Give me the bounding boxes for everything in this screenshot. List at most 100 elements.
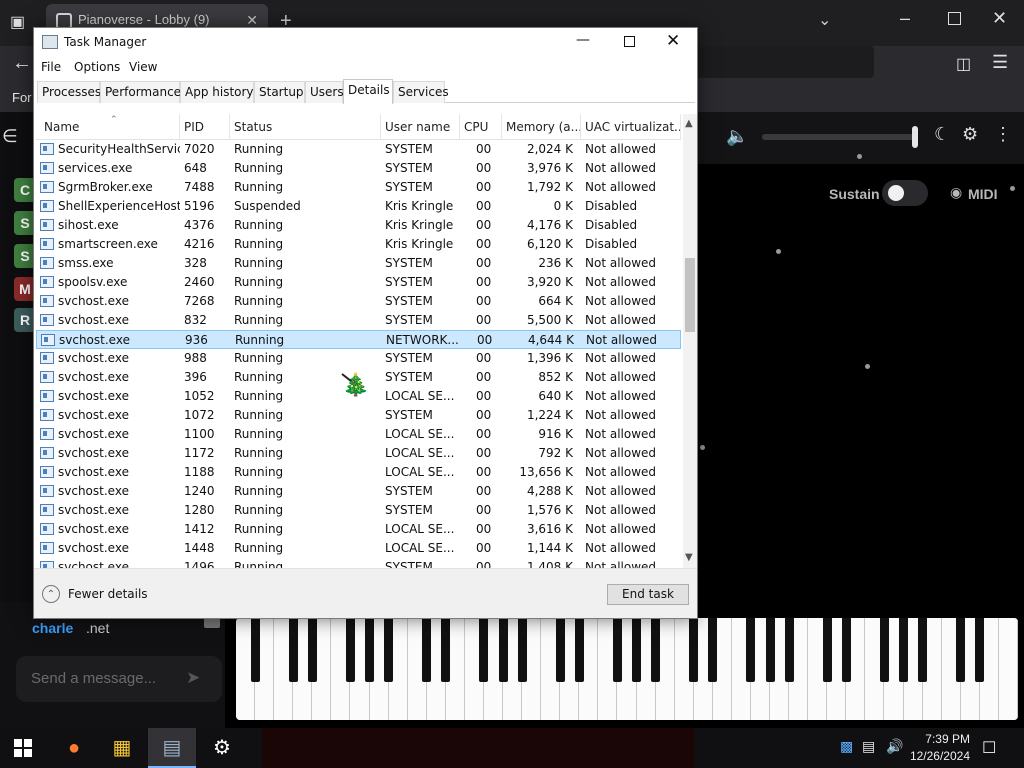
table-row[interactable]: ShellExperienceHost.... 5196 Suspended Kris… [36,197,681,216]
table-row[interactable]: svchost.exe 1412 Running LOCAL SE... 00 3,616… [36,520,681,539]
windows-start-icon[interactable] [14,739,32,757]
black-key[interactable] [689,618,699,682]
tab-overview-icon[interactable]: ▣ [10,12,30,32]
speaker-icon[interactable]: 🔊 [886,738,903,755]
menu-options[interactable]: Options [74,60,120,74]
table-row[interactable]: svchost.exe 1280 Running SYSTEM 00 1,576 K Not… [36,501,681,520]
url-bar[interactable] [690,46,874,78]
table-row[interactable]: smss.exe 328 Running SYSTEM 00 236 K Not allow… [36,254,681,273]
black-key[interactable] [956,618,966,682]
piano-keyboard[interactable] [236,618,1018,720]
table-row[interactable]: svchost.exe 1100 Running LOCAL SE... 00 916 K… [36,425,681,444]
chat-input[interactable]: Send a message... ➤ [16,656,222,702]
menu-view[interactable]: View [129,60,157,74]
black-key[interactable] [632,618,642,682]
chat-username[interactable]: charle [32,620,73,636]
file-explorer-icon[interactable]: ▦ [98,728,146,768]
table-row[interactable]: svchost.exe 1448 Running LOCAL SE... 00 1,144… [36,539,681,558]
clock-date[interactable]: 12/26/2024 [906,749,970,763]
volume-slider[interactable] [762,134,914,140]
black-key[interactable] [555,618,565,682]
table-row[interactable]: services.exe 648 Running SYSTEM 00 3,976 K Not… [36,159,681,178]
scroll-down-icon[interactable]: ▼ [685,552,693,563]
close-icon[interactable]: ✕ [666,31,680,51]
volume-slider-handle[interactable] [912,126,918,148]
black-key[interactable] [822,618,832,682]
black-key[interactable] [441,618,451,682]
column-header-pid[interactable]: PID [180,114,230,140]
firefox-icon[interactable]: ● [50,728,98,768]
table-row[interactable]: svchost.exe 988 Running SYSTEM 00 1,396 K Not … [36,349,681,368]
table-row[interactable]: sihost.exe 4376 Running Kris Kringle 00 4,176… [36,216,681,235]
black-key[interactable] [479,618,489,682]
puzzle-icon[interactable]: ◫ [956,54,971,74]
notification-icon[interactable]: ☐ [982,738,996,758]
table-row[interactable]: svchost.exe 936 Running NETWORK... 00 4,644 K… [36,330,681,349]
black-key[interactable] [498,618,508,682]
end-task-button[interactable]: End task [607,584,689,605]
table-row[interactable]: svchost.exe 832 Running SYSTEM 00 5,500 K Not … [36,311,681,330]
table-row[interactable]: spoolsv.exe 2460 Running SYSTEM 00 3,920 K Not… [36,273,681,292]
scroll-up-icon[interactable]: ▲ [685,118,693,129]
maximize-icon[interactable] [624,36,635,47]
maximize-icon[interactable] [948,12,961,25]
tab-app-history[interactable]: App history [180,81,254,103]
table-row[interactable]: svchost.exe 1496 Running SYSTEM 00 1,408 K Not… [36,558,681,568]
settings-icon[interactable]: ⚙ [198,728,246,768]
close-icon[interactable]: ✕ [992,8,1007,29]
black-key[interactable] [765,618,775,682]
table-row[interactable]: svchost.exe 1240 Running SYSTEM 00 4,288 K Not… [36,482,681,501]
column-header-uac[interactable]: UAC virtualizat... [581,114,681,140]
column-header-memory[interactable]: Memory (a... [502,114,581,140]
gear-icon[interactable]: ⚙ [962,124,978,145]
menu-file[interactable]: File [41,60,61,74]
black-key[interactable] [975,618,985,682]
column-header-status[interactable]: Status [230,114,381,140]
tab-startup[interactable]: Startup [254,81,305,103]
black-key[interactable] [365,618,374,682]
table-scrollbar[interactable]: ▲ ▼ [683,114,697,568]
black-key[interactable] [574,618,584,682]
arrow-left-icon[interactable]: ← [12,52,32,75]
table-row[interactable]: svchost.exe 1172 Running LOCAL SE... 00 792 K… [36,444,681,463]
table-row[interactable]: SgrmBroker.exe 7488 Running SYSTEM 00 1,792 K… [36,178,681,197]
white-key[interactable] [998,618,1018,720]
black-key[interactable] [899,618,909,682]
table-row[interactable]: svchost.exe 1072 Running SYSTEM 00 1,224 K Not… [36,406,681,425]
black-key[interactable] [918,618,928,682]
sustain-toggle[interactable] [882,180,928,206]
tab-processes[interactable]: Processes [37,81,101,103]
tablet-icon[interactable]: ▩ [840,738,853,755]
black-key[interactable] [841,618,851,682]
column-header-user[interactable]: User name [381,114,460,140]
chevron-down-icon[interactable]: ⌄ [818,10,831,30]
tab-users[interactable]: Users [305,81,344,103]
chevron-up-icon[interactable]: ⌃ [42,585,60,603]
black-key[interactable] [307,618,317,682]
black-key[interactable] [288,618,298,682]
table-row[interactable]: svchost.exe 1188 Running LOCAL SE... 00 13,65… [36,463,681,482]
black-key[interactable] [612,618,622,682]
minimize-icon[interactable]: — [574,32,592,52]
bookmark-item[interactable]: For [12,90,32,105]
black-key[interactable] [746,618,756,682]
hamburger-icon[interactable]: ☰ [992,52,1008,73]
more-vertical-icon[interactable]: ⋮ [994,124,1012,145]
midi-button-label[interactable]: MIDI [968,186,998,202]
black-key[interactable] [517,618,527,682]
black-key[interactable] [708,618,718,682]
send-icon[interactable]: ➤ [186,668,200,688]
task-manager-titlebar[interactable]: Task Manager — ✕ [34,28,697,58]
scrollbar-thumb[interactable] [685,258,695,332]
table-row[interactable]: svchost.exe 7268 Running SYSTEM 00 664 K Not a… [36,292,681,311]
table-row[interactable]: SecurityHealthServic... 7020 Running SYSTEM… [36,140,681,159]
fewer-details-link[interactable]: Fewer details [68,587,148,601]
black-key[interactable] [784,618,794,682]
black-key[interactable] [651,618,661,682]
clock-time[interactable]: 7:39 PM [914,732,970,746]
black-key[interactable] [879,618,889,682]
black-key[interactable] [250,618,260,682]
black-key[interactable] [422,618,432,682]
volume-icon[interactable]: 🔈 [726,126,748,147]
midi-icon[interactable]: ◉ [950,184,962,201]
